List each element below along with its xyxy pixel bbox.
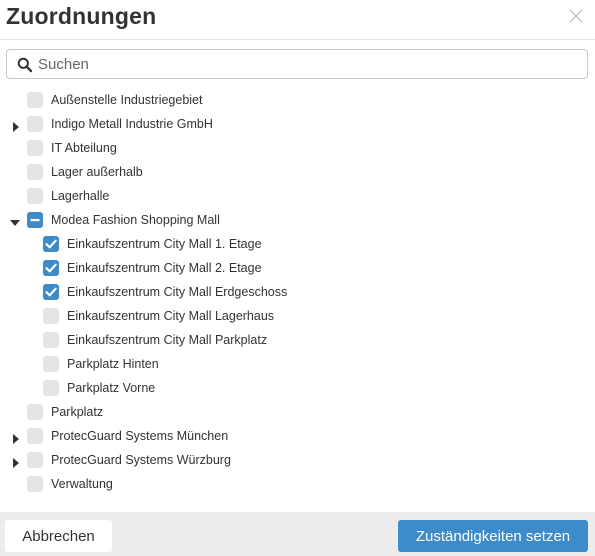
tree-item[interactable]: Einkaufszentrum City Mall Parkplatz: [0, 328, 595, 352]
tree-item[interactable]: Lagerhalle: [0, 184, 595, 208]
tree-item-label: Modea Fashion Shopping Mall: [51, 213, 220, 227]
caret-right-icon[interactable]: [11, 119, 21, 132]
tree-item-label: Einkaufszentrum City Mall 1. Etage: [67, 237, 262, 251]
tree-item-label: ProtecGuard Systems Würzburg: [51, 453, 231, 467]
tree-item[interactable]: Einkaufszentrum City Mall Lagerhaus: [0, 304, 595, 328]
tree-item-label: Außenstelle Industriegebiet: [51, 93, 203, 107]
search-icon: [17, 57, 33, 73]
tree-item[interactable]: ProtecGuard Systems Würzburg: [0, 448, 595, 472]
tree-item-label: Parkplatz: [51, 405, 104, 419]
tree-item-label: ProtecGuard Systems München: [51, 429, 229, 443]
tree-item-label: Parkplatz Vorne: [67, 381, 156, 395]
checkbox[interactable]: [43, 332, 59, 348]
close-icon[interactable]: [567, 7, 585, 25]
dialog-footer: Abbrechen Zuständigkeiten setzen: [0, 512, 595, 556]
checkbox[interactable]: [27, 92, 43, 108]
tree-item[interactable]: ProtecGuard Systems München: [0, 424, 595, 448]
tree-item[interactable]: Parkplatz Hinten: [0, 352, 595, 376]
tree-item-label: Einkaufszentrum City Mall Parkplatz: [67, 333, 268, 347]
tree-item-label: Einkaufszentrum City Mall Erdgeschoss: [67, 285, 288, 299]
checkbox[interactable]: [27, 428, 43, 444]
checkbox[interactable]: [43, 308, 59, 324]
tree-item-label: Lager außerhalb: [51, 165, 143, 179]
checkbox[interactable]: [27, 404, 43, 420]
tree-item-label: Verwaltung: [51, 477, 113, 491]
dialog-header: Zuordnungen: [0, 0, 595, 40]
set-responsibilities-button[interactable]: Zuständigkeiten setzen: [398, 520, 588, 552]
tree-item[interactable]: Verwaltung: [0, 472, 595, 496]
checkbox[interactable]: [27, 140, 43, 156]
tree-item-label: Einkaufszentrum City Mall Lagerhaus: [67, 309, 275, 323]
search-input[interactable]: [38, 51, 578, 77]
tree-item[interactable]: Lager außerhalb: [0, 160, 595, 184]
assignments-dialog: Zuordnungen Außenstelle Industriegebiet I…: [0, 0, 595, 556]
tree-item[interactable]: Einkaufszentrum City Mall Erdgeschoss: [0, 280, 595, 304]
tree-item-label: Einkaufszentrum City Mall 2. Etage: [67, 261, 262, 275]
dialog-title: Zuordnungen: [6, 3, 157, 29]
tree-item-label: Parkplatz Hinten: [67, 357, 159, 371]
tree-item[interactable]: Außenstelle Industriegebiet: [0, 88, 595, 112]
caret-down-icon[interactable]: [10, 215, 20, 226]
tree-item-label: Indigo Metall Industrie GmbH: [51, 117, 213, 131]
checkbox[interactable]: [43, 356, 59, 372]
cancel-button[interactable]: Abbrechen: [5, 520, 112, 552]
checkbox[interactable]: [27, 116, 43, 132]
tree-item-label: IT Abteilung: [51, 141, 117, 155]
tree-item[interactable]: Einkaufszentrum City Mall 1. Etage: [0, 232, 595, 256]
checkbox[interactable]: [27, 188, 43, 204]
tree-item[interactable]: Parkplatz Vorne: [0, 376, 595, 400]
caret-right-icon[interactable]: [11, 431, 21, 444]
tree-item[interactable]: Modea Fashion Shopping Mall: [0, 208, 595, 232]
tree-item[interactable]: Indigo Metall Industrie GmbH: [0, 112, 595, 136]
tree-item[interactable]: Einkaufszentrum City Mall 2. Etage: [0, 256, 595, 280]
checkbox[interactable]: [43, 260, 59, 276]
tree-item[interactable]: Parkplatz: [0, 400, 595, 424]
checkbox[interactable]: [43, 236, 59, 252]
tree-item-label: Lagerhalle: [51, 189, 110, 203]
checkbox[interactable]: [27, 452, 43, 468]
checkbox[interactable]: [43, 380, 59, 396]
checkbox[interactable]: [43, 284, 59, 300]
checkbox[interactable]: [27, 476, 43, 492]
checkbox[interactable]: [27, 164, 43, 180]
search-box: [6, 49, 588, 79]
caret-right-icon[interactable]: [11, 455, 21, 468]
tree-item[interactable]: IT Abteilung: [0, 136, 595, 160]
checkbox[interactable]: [27, 212, 43, 228]
